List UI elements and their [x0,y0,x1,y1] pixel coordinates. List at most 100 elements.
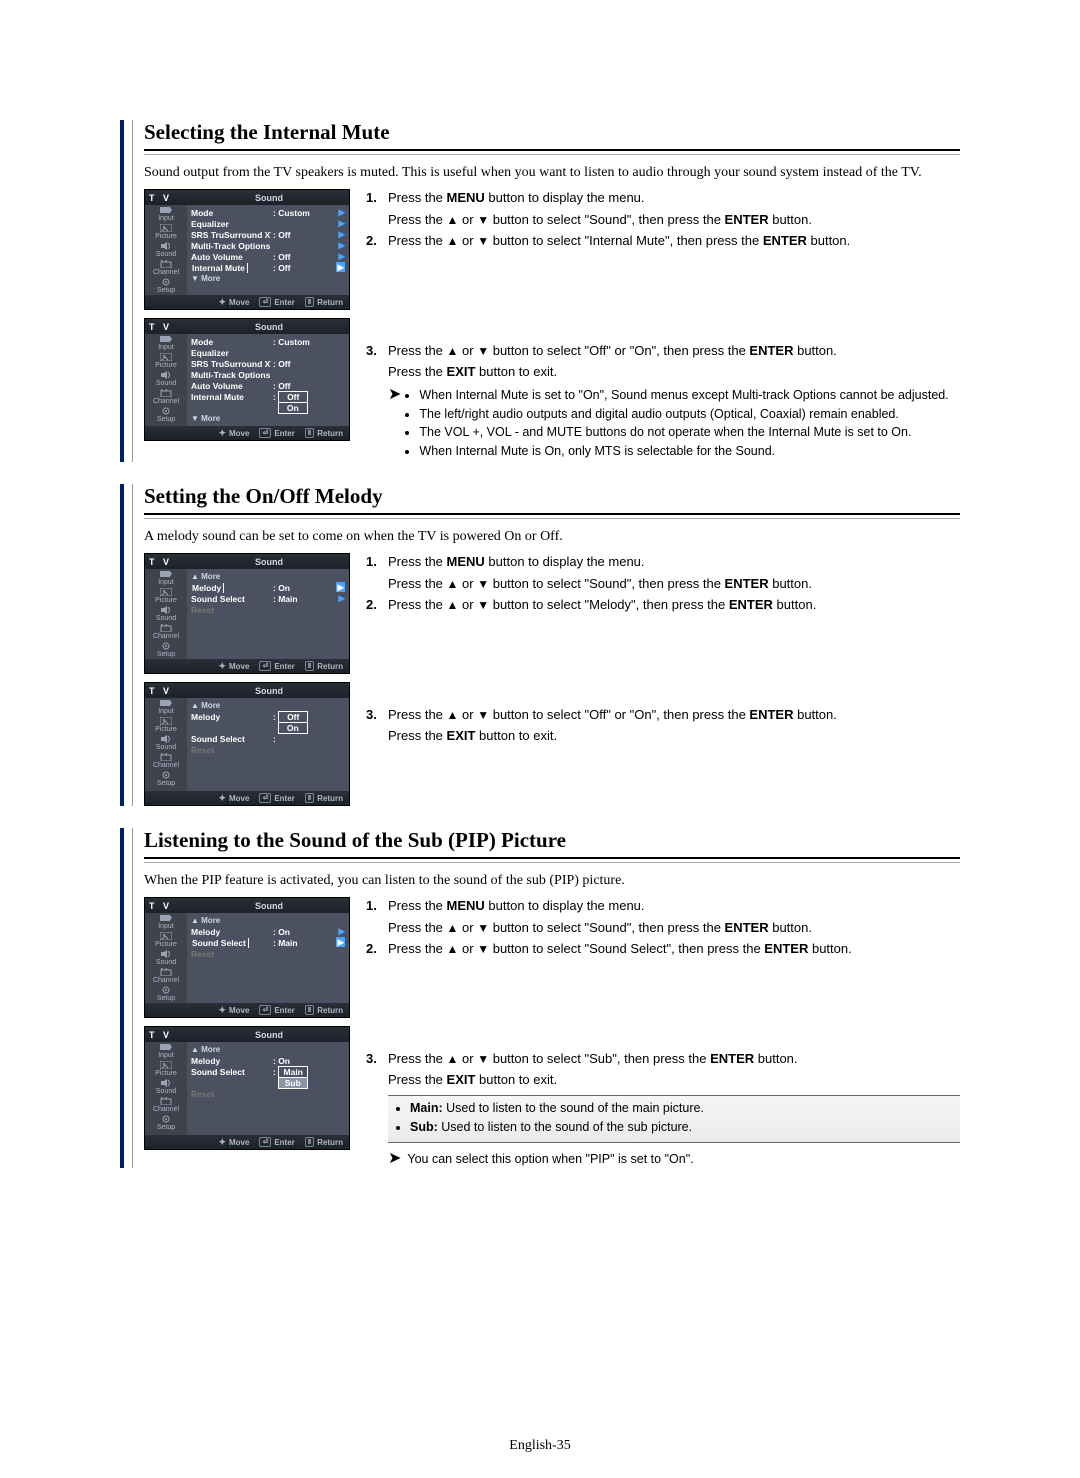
menu-footer: ✦Move ⏎Enter ⅡReturn [145,1135,349,1149]
step-text: Press the MENU button to display the men… [388,190,645,205]
channel-icon [160,389,172,397]
menu-header: T V Sound [145,1027,349,1042]
menu-content: ▲ MoreMelody: On▶Sound Select: Main▶Rese… [187,569,349,659]
sidebar-item: Picture [145,587,187,605]
input-icon [160,206,172,214]
menu-row: Internal Mute: Off▶ [187,262,349,273]
footer-move: ✦Move [218,1005,249,1016]
section-internal-mute: Selecting the Internal Mute Sound output… [120,120,960,462]
instructions: 1. Press the MENU button to display the … [366,553,960,749]
menu-content: ▲ MoreMelody: On▶Sound Select: Main▶Rese… [187,913,349,1003]
channel-icon [160,753,172,761]
sidebar-item: Input [145,334,187,352]
menu-row: ▲ More [187,571,349,582]
sound-icon [160,735,172,743]
sidebar-item: Setup [145,406,187,424]
step-3-exit: Press the EXIT button to exit. [366,1071,960,1089]
tv-label: T V [149,901,189,911]
menu-row: Equalizer▶ [187,218,349,229]
menu-sidebar: InputPictureSoundChannelSetup [145,569,187,659]
input-icon [160,699,172,707]
page-number: English-35 [509,1438,570,1454]
menu-row: Equalizer [187,347,349,358]
menu-footer: ✦Move ⏎Enter ⅡReturn [145,659,349,673]
footer-enter: ⏎Enter [259,297,294,307]
setup-icon [160,407,172,415]
menu-header: T V Sound [145,898,349,913]
step-1: 1. Press the MENU button to display the … [366,189,960,207]
menu-title: Sound [193,557,345,567]
menu-row: Reset [187,948,349,959]
section-sound-select: Listening to the Sound of the Sub (PIP) … [120,828,960,1167]
sidebar-item: Channel [145,623,187,641]
menu-row: Multi-Track Options▶ [187,240,349,251]
step-3-exit: Press the EXIT button to exit. [366,727,960,745]
setup-icon [160,986,172,994]
footer-move: ✦Move [218,297,249,308]
sidebar-item: Picture [145,716,187,734]
sidebar-item: Channel [145,1096,187,1114]
menu-row: ▲ More [187,1044,349,1055]
sidebar-item: Input [145,569,187,587]
section-intro: When the PIP feature is activated, you c… [144,873,960,889]
channel-icon [160,968,172,976]
manual-page: Selecting the Internal Mute Sound output… [0,0,1080,1478]
input-icon [160,914,172,922]
step-2: 2. Press the ▲ or ▼ button to select "So… [366,940,960,958]
menu-content: Mode: Custom▶Equalizer▶SRS TruSurround X… [187,205,349,295]
menu-row: Multi-Track Options [187,369,349,380]
setup-icon [160,642,172,650]
sidebar-item: Picture [145,1060,187,1078]
sidebar-item: Picture [145,223,187,241]
tv-label: T V [149,193,189,203]
section-title: Listening to the Sound of the Sub (PIP) … [144,828,960,855]
menu-sidebar: InputPictureSoundChannelSetup [145,334,187,426]
menu-row: Melody: On▶ [187,582,349,593]
menu-sidebar: InputPictureSoundChannelSetup [145,913,187,1003]
menu-row: ▲ More [187,700,349,711]
menu-row: Sound Select: Main▶ [187,937,349,948]
tv-menu-screenshot: T V Sound InputPictureSoundChannelSetup … [144,189,350,310]
sidebar-item: Setup [145,1114,187,1132]
footer-return: ⅡReturn [305,793,343,803]
section-title: Selecting the Internal Mute [144,120,960,147]
menu-title: Sound [193,686,345,696]
menu-sidebar: InputPictureSoundChannelSetup [145,1042,187,1135]
picture-icon [160,224,172,232]
menu-row: Melody: Off [187,711,349,722]
sidebar-item: Channel [145,967,187,985]
callout-item: The VOL +, VOL - and MUTE buttons do not… [419,424,948,441]
menu-row: On [187,722,349,733]
input-icon [160,1043,172,1051]
footer-return: ⅡReturn [305,428,343,438]
callout-arrow-icon: ➤ [388,1151,401,1168]
footer-enter: ⏎Enter [259,1005,294,1015]
sidebar-item: Sound [145,949,187,967]
section-accent-rule [120,484,133,806]
menu-row: Melody: On [187,1055,349,1066]
menu-row: SRS TruSurround XT: Off▶ [187,229,349,240]
step-1: 1. Press the MENU button to display the … [366,897,960,915]
sidebar-item: Input [145,205,187,223]
instructions: 1. Press the MENU button to display the … [366,897,960,1167]
menu-header: T V Sound [145,319,349,334]
note-box: Main: Used to listen to the sound of the… [388,1095,960,1143]
sound-icon [160,371,172,379]
menu-footer: ✦Move ⏎Enter ⅡReturn [145,426,349,440]
tv-label: T V [149,1030,189,1040]
menu-row: Auto Volume: Off [187,380,349,391]
tv-menu-screenshot: T V Sound InputPictureSoundChannelSetup … [144,897,350,1018]
menu-row: Auto Volume: Off▶ [187,251,349,262]
footnote-text: You can select this option when "PIP" is… [407,1151,693,1168]
section-intro: Sound output from the TV speakers is mut… [144,165,960,181]
setup-icon [160,771,172,779]
footer-return: ⅡReturn [305,661,343,671]
step-3-exit: Press the EXIT button to exit. [366,363,960,381]
menu-footer: ✦Move ⏎Enter ⅡReturn [145,295,349,309]
menu-row: ▼ More [187,413,349,424]
menu-title: Sound [193,193,345,203]
step-2: 2. Press the ▲ or ▼ button to select "In… [366,232,960,250]
footer-return: ⅡReturn [305,1137,343,1147]
menu-screenshots: T V Sound InputPictureSoundChannelSetup … [144,897,348,1150]
tv-label: T V [149,686,189,696]
